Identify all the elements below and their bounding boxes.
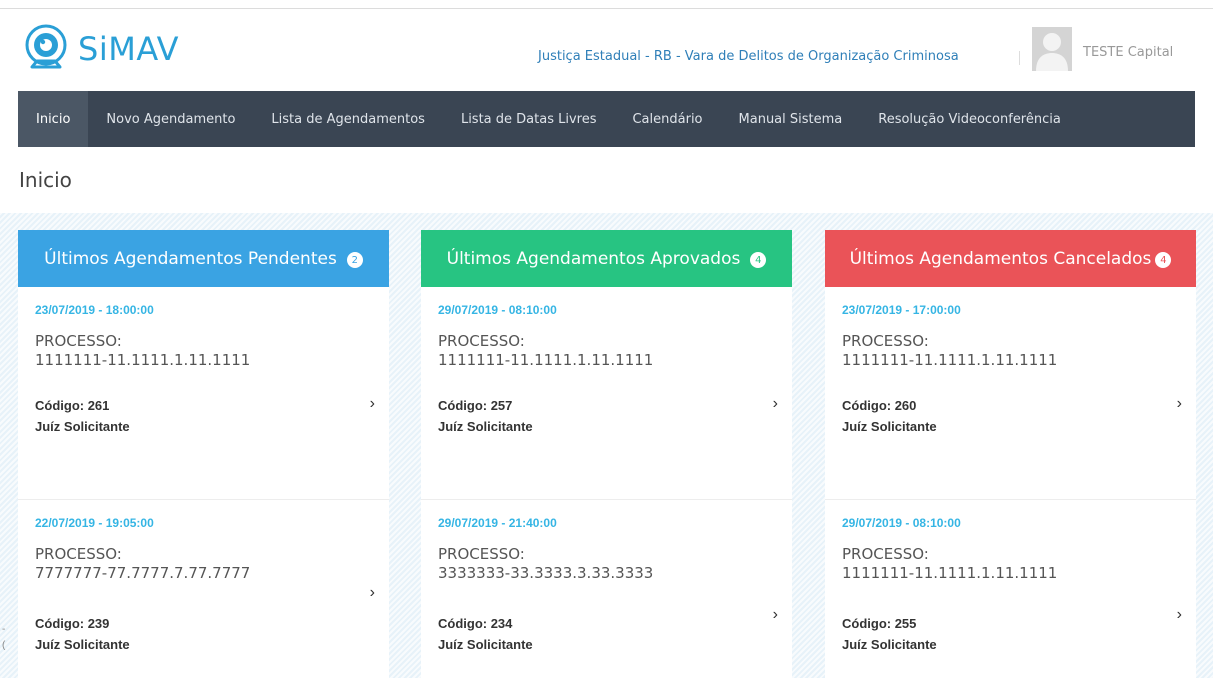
list-item[interactable]: 29/07/2019 - 21:40:00 PROCESSO: 3333333-… [421, 499, 792, 678]
chevron-right-icon[interactable]: › [1177, 606, 1182, 624]
appointment-date: 29/07/2019 - 21:40:00 [438, 516, 557, 530]
count-badge: 4 [750, 252, 767, 268]
page-title: Inicio [19, 168, 72, 192]
nav-item-novo-agendamento[interactable]: Novo Agendamento [88, 91, 253, 147]
process-number: 1111111-11.1111.1.11.1111 [842, 351, 1058, 369]
panel-header-approved: Últimos Agendamentos Aprovados 4 [421, 230, 792, 287]
panel-title: Últimos Agendamentos Aprovados [446, 248, 741, 269]
process-number: 7777777-77.7777.7.77.7777 [35, 564, 251, 582]
appointment-code: Código: 260 [842, 398, 917, 413]
court-name: Justiça Estadual - RB - Vara de Delitos … [538, 49, 959, 64]
nav-item-manual-sistema[interactable]: Manual Sistema [721, 91, 861, 147]
appointment-date: 23/07/2019 - 17:00:00 [842, 303, 961, 317]
process-label: PROCESSO: [438, 332, 525, 350]
chevron-right-icon[interactable]: › [1177, 395, 1182, 413]
list-item[interactable]: 23/07/2019 - 18:00:00 PROCESSO: 1111111-… [18, 287, 389, 499]
user-avatar-icon[interactable] [1032, 27, 1072, 71]
chevron-right-icon[interactable]: › [370, 584, 375, 602]
process-label: PROCESSO: [842, 332, 929, 350]
nav-item-inicio[interactable]: Inicio [18, 91, 89, 147]
webcam-icon [25, 24, 67, 69]
nav-item-resolucao-videoconferencia[interactable]: Resolução Videoconferência [860, 91, 1079, 147]
nav-item-lista-agendamentos[interactable]: Lista de Agendamentos [253, 91, 443, 147]
panel-approved: Últimos Agendamentos Aprovados 4 29/07/2… [421, 230, 792, 678]
requester-role: Juíz Solicitante [35, 419, 130, 434]
list-item[interactable]: 23/07/2019 - 17:00:00 PROCESSO: 1111111-… [825, 287, 1196, 499]
list-item[interactable]: 22/07/2019 - 19:05:00 PROCESSO: 7777777-… [18, 499, 389, 678]
chevron-right-icon[interactable]: › [370, 395, 375, 413]
appointment-code: Código: 257 [438, 398, 513, 413]
appointment-date: 29/07/2019 - 08:10:00 [438, 303, 557, 317]
process-number: 3333333-33.3333.3.33.3333 [438, 564, 654, 582]
list-item[interactable]: 29/07/2019 - 08:10:00 PROCESSO: 1111111-… [825, 499, 1196, 678]
user-name[interactable]: TESTE Capital [1083, 45, 1173, 60]
appointment-code: Código: 239 [35, 616, 110, 631]
process-label: PROCESSO: [438, 545, 525, 563]
logo[interactable]: SiMAV [22, 23, 179, 75]
user-silhouette-icon [1032, 27, 1072, 71]
logo-text: SiMAV [78, 30, 180, 68]
count-badge: 4 [1155, 252, 1172, 268]
process-number: 1111111-11.1111.1.11.1111 [842, 564, 1058, 582]
requester-role: Juíz Solicitante [438, 637, 533, 652]
main-nav: Inicio Novo Agendamento Lista de Agendam… [18, 91, 1195, 147]
appointment-date: 29/07/2019 - 08:10:00 [842, 516, 961, 530]
panel-title: Últimos Agendamentos Cancelados [849, 248, 1152, 269]
panel-cancelled: Últimos Agendamentos Cancelados 4 23/07/… [825, 230, 1196, 678]
count-badge: 2 [346, 252, 363, 268]
appointment-date: 22/07/2019 - 19:05:00 [35, 516, 154, 530]
list-item[interactable]: 29/07/2019 - 08:10:00 PROCESSO: 1111111-… [421, 287, 792, 499]
process-label: PROCESSO: [35, 545, 122, 563]
panel-header-pending: Últimos Agendamentos Pendentes 2 [18, 230, 389, 287]
process-number: 1111111-11.1111.1.11.1111 [438, 351, 654, 369]
requester-role: Juíz Solicitante [842, 419, 937, 434]
process-label: PROCESSO: [842, 545, 929, 563]
process-number: 1111111-11.1111.1.11.1111 [35, 351, 251, 369]
nav-item-lista-datas-livres[interactable]: Lista de Datas Livres [443, 91, 615, 147]
side-marker: -( [2, 624, 6, 651]
process-label: PROCESSO: [35, 332, 122, 350]
appointment-code: Código: 234 [438, 616, 513, 631]
panel-header-cancelled: Últimos Agendamentos Cancelados 4 [825, 230, 1196, 287]
chevron-right-icon[interactable]: › [773, 606, 778, 624]
panel-pending: Últimos Agendamentos Pendentes 2 23/07/2… [18, 230, 389, 678]
requester-role: Juíz Solicitante [35, 637, 130, 652]
appointment-code: Código: 261 [35, 398, 110, 413]
user-divider [1019, 51, 1020, 65]
appointment-code: Código: 255 [842, 616, 917, 631]
nav-item-calendario[interactable]: Calendário [614, 91, 720, 147]
appointment-date: 23/07/2019 - 18:00:00 [35, 303, 154, 317]
requester-role: Juíz Solicitante [438, 419, 533, 434]
requester-role: Juíz Solicitante [842, 637, 937, 652]
header: SiMAV Justiça Estadual - RB - Vara de De… [0, 9, 1213, 91]
chevron-right-icon[interactable]: › [773, 395, 778, 413]
panel-title: Últimos Agendamentos Pendentes [44, 248, 337, 269]
